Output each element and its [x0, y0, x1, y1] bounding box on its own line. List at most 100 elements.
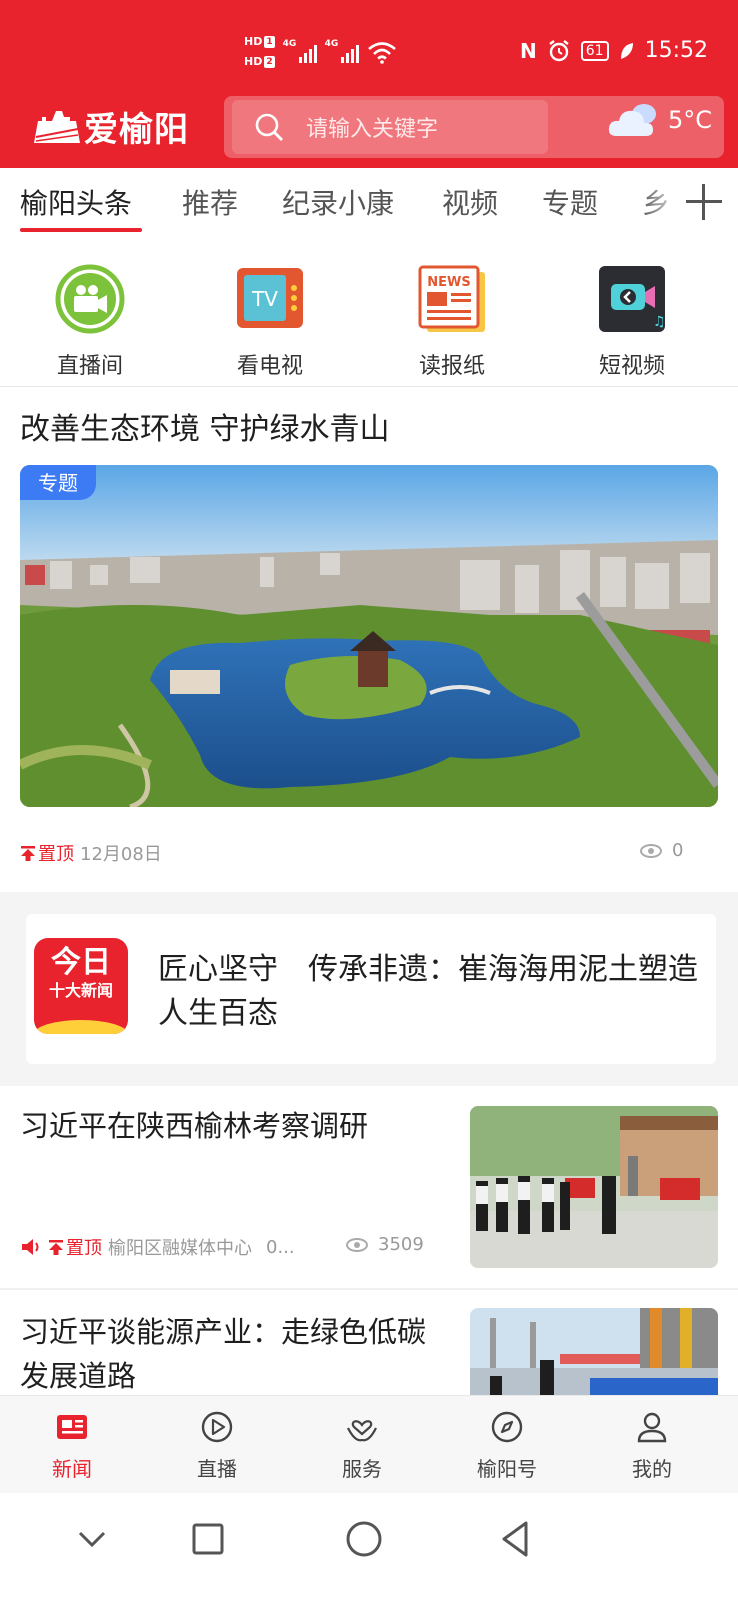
- service-icon: [347, 1420, 377, 1442]
- signal-icon-2: 4G: [324, 39, 359, 63]
- divider: [0, 386, 738, 387]
- view-count: 3509: [378, 1234, 424, 1255]
- feature-image[interactable]: 专题: [20, 465, 718, 807]
- pin-label: 置顶: [66, 1238, 102, 1259]
- feature-date: 12月08日: [80, 844, 162, 865]
- news-item[interactable]: 习近平在陕西榆林考察调研 置顶 榆阳区融媒体中心 0... 3509: [0, 1086, 738, 1288]
- search-input[interactable]: 请输入关键字: [232, 100, 548, 154]
- nav-live[interactable]: 直播: [162, 1410, 272, 1482]
- app-name: 爱榆阳: [84, 110, 189, 150]
- svg-text:♫: ♫: [653, 314, 666, 330]
- quick-label: 直播间: [56, 354, 123, 379]
- tab-video[interactable]: 视频: [442, 182, 498, 222]
- quick-label: 看电视: [236, 354, 303, 379]
- news-title: 习近平谈能源产业：走绿色低碳发展道路: [20, 1315, 427, 1393]
- pin-badge: 置顶: [20, 840, 74, 866]
- app-logo: 爱榆阳: [32, 102, 189, 151]
- nfc-icon: N: [520, 38, 537, 63]
- news-views: 3509: [346, 1234, 424, 1255]
- signal-icon: 4G: [283, 39, 317, 63]
- back-icon[interactable]: [496, 1519, 536, 1559]
- nav-label: 我的: [632, 1457, 672, 1481]
- news-extra: 0...: [266, 1236, 295, 1258]
- play-icon: [201, 1411, 233, 1443]
- hd1-text: HD: [244, 35, 263, 48]
- active-tab-indicator: [20, 228, 142, 232]
- news-meta: 置顶 榆阳区融媒体中心 0...: [20, 1234, 295, 1260]
- wifi-icon: [367, 42, 396, 64]
- cloudy-icon: [608, 104, 656, 136]
- network-type-2: 4G: [324, 39, 339, 49]
- news-thumbnail: [470, 1308, 718, 1395]
- short-video-icon: ♫: [599, 266, 666, 332]
- view-count: 0: [672, 840, 684, 861]
- battery-icon: 61: [580, 40, 609, 61]
- pin-badge: 置顶: [48, 1234, 102, 1260]
- nav-label: 榆阳号: [477, 1457, 537, 1481]
- home-icon[interactable]: [344, 1519, 384, 1559]
- status-right: N 61 15:52: [520, 38, 708, 63]
- compass-icon: [491, 1411, 523, 1443]
- hd2-text: HD: [244, 55, 263, 68]
- recent-apps-icon[interactable]: [188, 1519, 228, 1559]
- lake-park-image: [20, 465, 718, 807]
- nav-news[interactable]: 新闻: [17, 1410, 127, 1482]
- news-icon: [57, 1415, 87, 1439]
- news-item[interactable]: 习近平谈能源产业：走绿色低碳发展道路: [0, 1290, 738, 1395]
- pin-label: 置顶: [38, 844, 74, 865]
- nav-label: 新闻: [52, 1457, 92, 1481]
- quick-short-video[interactable]: ♫ 短视频: [562, 264, 702, 380]
- add-channel-icon[interactable]: [686, 184, 722, 220]
- today-top10-badge: 今日 十大新闻: [34, 938, 128, 1034]
- temperature: 5°C: [667, 106, 712, 134]
- tab-yuyang-headlines[interactable]: 榆阳头条: [20, 182, 132, 222]
- feature-meta: 置顶 12月08日: [20, 840, 162, 866]
- tab-documentary[interactable]: 纪录小康: [282, 182, 394, 222]
- tab-special[interactable]: 专题: [542, 182, 598, 222]
- badge-line2: 十大新闻: [48, 981, 113, 1000]
- eye-icon: [640, 843, 662, 858]
- chevron-down-icon[interactable]: [72, 1519, 112, 1559]
- nav-label: 服务: [342, 1457, 382, 1481]
- system-nav-bar: [0, 1493, 738, 1600]
- quick-watch-tv[interactable]: TV 看电视: [200, 264, 340, 380]
- quick-read-newspaper[interactable]: NEWS 读报纸: [382, 264, 522, 380]
- energy-plant-photo: [470, 1308, 718, 1395]
- header-bar: HD 1 HD 2 4G 4G N 61 15:52 爱榆阳 请输入关键字 5°…: [0, 0, 738, 168]
- quick-links: 直播间 TV 看电视 NEWS 读报纸 ♫ 短视频: [0, 250, 738, 386]
- pin-top-icon: [21, 846, 35, 861]
- status-bar: HD 1 HD 2 4G 4G N 61 15:52: [0, 0, 738, 95]
- weather-widget[interactable]: 5°C: [606, 100, 712, 140]
- newspaper-icon: NEWS: [418, 265, 485, 332]
- special-tag: 专题: [20, 465, 96, 500]
- nav-mine[interactable]: 我的: [597, 1410, 707, 1482]
- hd-indicator: HD 1 HD 2: [244, 32, 275, 72]
- badge-line1: 今日: [51, 945, 111, 980]
- user-icon: [637, 1412, 667, 1443]
- battery-level: 61: [585, 42, 604, 59]
- tab-recommend[interactable]: 推荐: [182, 182, 238, 222]
- channel-tabs: 榆阳头条 推荐 纪录小康 视频 专题 乡: [0, 168, 738, 236]
- badge-stripe: [34, 1020, 128, 1034]
- nav-label: 直播: [197, 1457, 237, 1481]
- city-wall-logo-icon: [34, 110, 80, 143]
- search-placeholder: 请输入关键字: [306, 117, 439, 142]
- eye-icon: [346, 1237, 368, 1252]
- search-icon: [255, 113, 283, 141]
- leaf-icon: [620, 42, 633, 59]
- alarm-icon: [549, 39, 569, 61]
- nav-service[interactable]: 服务: [307, 1410, 417, 1482]
- feature-title[interactable]: 改善生态环境 守护绿水青山: [20, 404, 390, 448]
- svg-text:TV: TV: [251, 287, 278, 311]
- status-left: HD 1 HD 2 4G 4G: [244, 32, 397, 72]
- nav-yuyang-account[interactable]: 榆阳号: [452, 1410, 562, 1482]
- inspection-photo: [470, 1106, 718, 1268]
- pin-top-icon: [49, 1240, 63, 1255]
- tv-icon: TV: [237, 268, 303, 328]
- clock: 15:52: [644, 38, 708, 63]
- quick-live-room[interactable]: 直播间: [20, 264, 160, 380]
- today-card-title: 匠心坚守 传承非遗：崔海海用泥土塑造人生百态: [158, 952, 698, 1031]
- hd1-num: 1: [264, 36, 275, 48]
- today-top10-card[interactable]: 今日 十大新闻 匠心坚守 传承非遗：崔海海用泥土塑造人生百态: [26, 914, 716, 1064]
- news-thumbnail: [470, 1106, 718, 1268]
